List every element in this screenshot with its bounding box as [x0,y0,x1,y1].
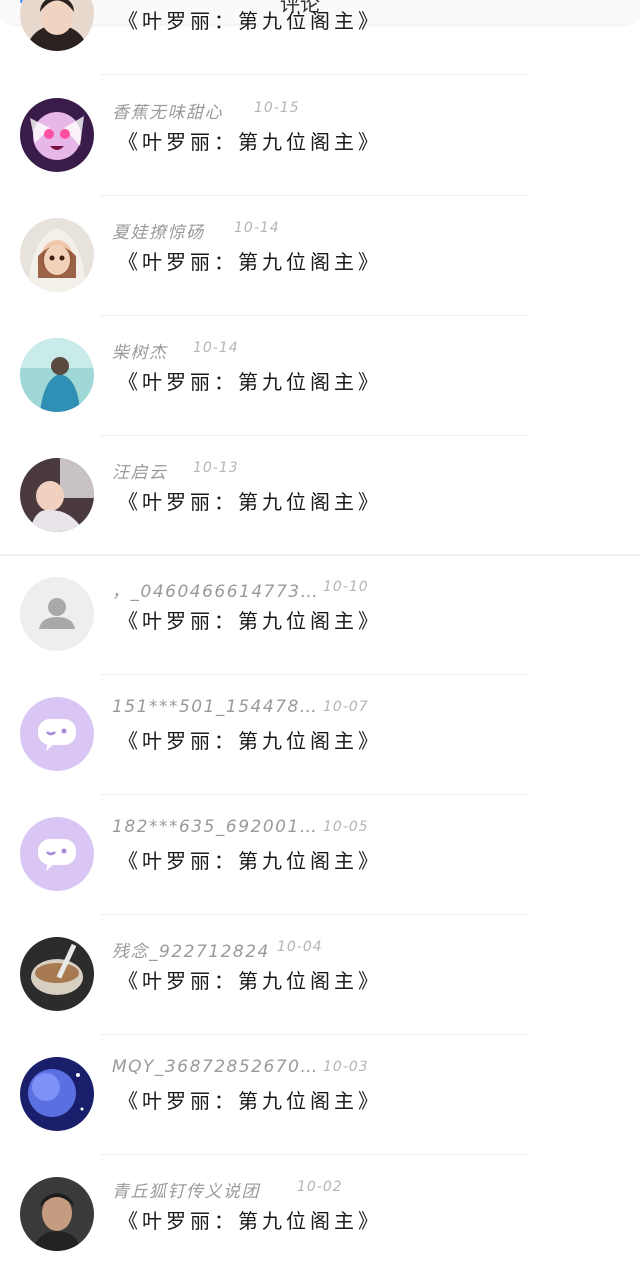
commenter-name[interactable]: 残念_922712824 [112,937,270,962]
comment-date: 10-02 [297,1179,343,1195]
comment-message: 《叶罗丽：第九位阁主》 [118,130,382,154]
list-item[interactable]: ，_0460466614773… 10-10 《叶罗丽：第九位阁主》 [0,555,640,675]
avatar-planet-icon[interactable] [20,1057,94,1131]
comment-date: 10-05 [323,819,369,835]
list-item[interactable]: 香蕉无味甜心 10-15 《叶罗丽：第九位阁主》 [0,76,640,196]
avatar-drink-icon[interactable] [20,937,94,1011]
commenter-name[interactable]: 汪启云 [112,458,168,483]
avatar-photo-icon[interactable] [20,338,94,412]
commenter-name[interactable]: 柴树杰 [112,338,168,363]
commenter-name[interactable]: 青丘狐钉传义说团 [112,1177,260,1202]
avatar-boy-icon[interactable] [20,1177,94,1251]
comment-date: 10-10 [323,579,369,595]
comment-message: 《叶罗丽：第九位阁主》 [118,849,382,873]
comment-message: 《叶罗丽：第九位阁主》 [118,1089,382,1113]
comment-message: 《叶罗丽：第九位阁主》 [118,490,382,514]
commenter-name[interactable]: 香蕉无味甜心 [112,98,223,123]
avatar-baby-icon[interactable] [20,458,94,532]
comment-date: 10-07 [323,699,369,715]
avatar-anime-icon[interactable] [20,98,94,172]
comment-date: 10-03 [323,1059,369,1075]
commenter-name[interactable]: MQY_36872852670… [112,1057,319,1077]
chat-bubble-icon[interactable] [20,817,94,891]
list-item[interactable]: 残念_922712824 10-04 《叶罗丽：第九位阁主》 [0,915,640,1035]
comment-message: 《叶罗丽：第九位阁主》 [118,729,382,753]
divider [100,74,530,75]
list-item[interactable]: 《叶罗丽：第九位阁主》 [0,0,640,75]
avatar-girl-icon[interactable] [20,0,94,51]
avatar-doll-icon[interactable] [20,218,94,292]
commenter-name[interactable]: 182***635_692001… [112,817,318,837]
comment-message: 《叶罗丽：第九位阁主》 [118,9,382,33]
list-item[interactable]: MQY_36872852670… 10-03 《叶罗丽：第九位阁主》 [0,1035,640,1155]
comment-message: 《叶罗丽：第九位阁主》 [118,250,382,274]
commenter-name[interactable]: 夏娃撩惊砀 [112,218,205,243]
list-item[interactable]: 汪启云 10-13 《叶罗丽：第九位阁主》 [0,436,640,556]
comment-message: 《叶罗丽：第九位阁主》 [118,969,382,993]
comment-date: 10-14 [234,220,280,236]
default-user-icon[interactable] [20,577,94,651]
commenter-name[interactable]: ，_0460466614773… [112,577,319,602]
list-item[interactable]: 夏娃撩惊砀 10-14 《叶罗丽：第九位阁主》 [0,196,640,316]
list-item[interactable]: 柴树杰 10-14 《叶罗丽：第九位阁主》 [0,316,640,436]
comment-message: 《叶罗丽：第九位阁主》 [118,370,382,394]
comment-message: 《叶罗丽：第九位阁主》 [118,1209,382,1233]
list-item[interactable]: 151***501_154478… 10-07 《叶罗丽：第九位阁主》 [0,675,640,795]
comment-message: 《叶罗丽：第九位阁主》 [118,609,382,633]
comment-date: 10-13 [193,460,239,476]
list-item[interactable]: 青丘狐钉传义说团 10-02 《叶罗丽：第九位阁主》 [0,1155,640,1275]
list-item[interactable]: 182***635_692001… 10-05 《叶罗丽：第九位阁主》 [0,795,640,915]
comment-date: 10-14 [193,340,239,356]
chat-bubble-icon[interactable] [20,697,94,771]
comment-date: 10-15 [254,100,300,116]
commenter-name[interactable]: 151***501_154478… [112,697,318,717]
comment-date: 10-04 [277,939,323,955]
